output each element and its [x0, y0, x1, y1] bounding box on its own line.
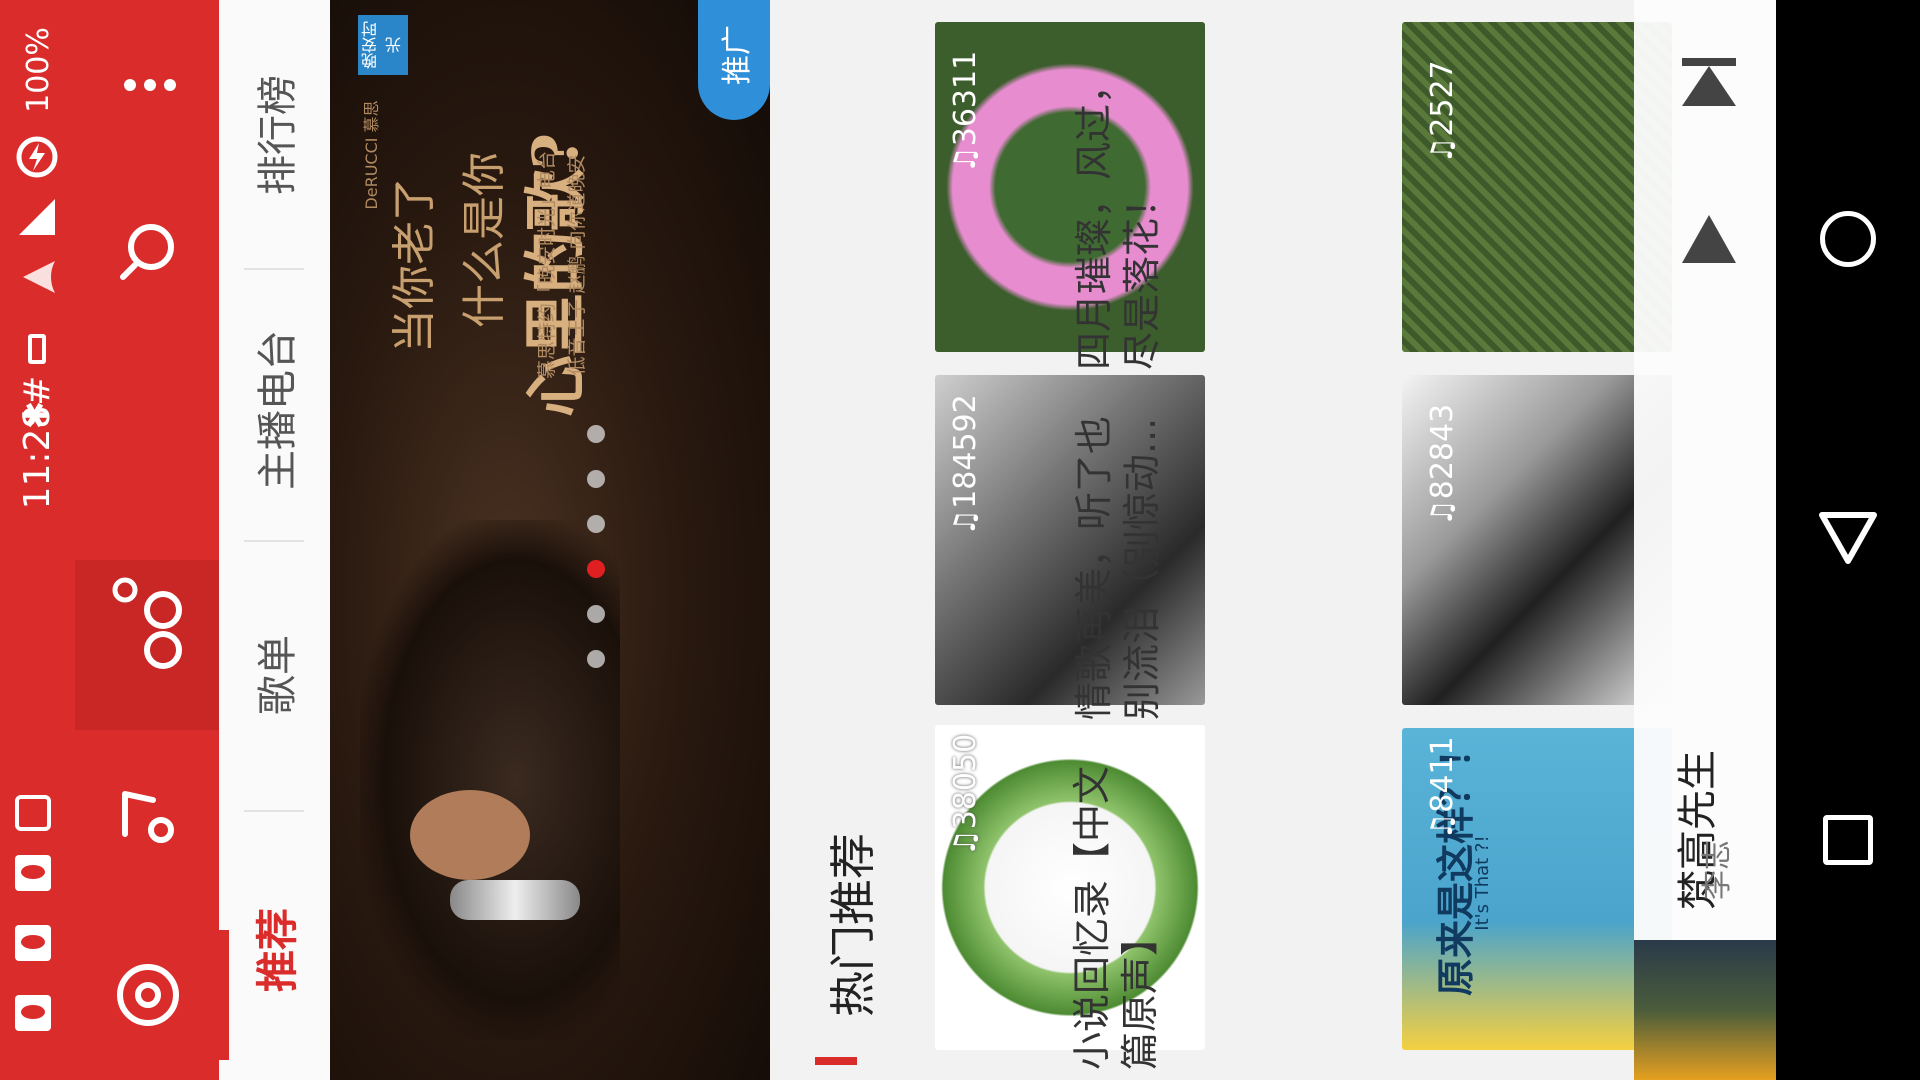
play-count: ♫ 8411: [1424, 736, 1460, 840]
artist-name: 李志: [1700, 840, 1735, 900]
brand-logo: DeRUCCI 慕思: [362, 100, 381, 210]
vibrate-icon: [20, 330, 54, 370]
bluetooth-icon: ✱: [16, 400, 56, 430]
tab-divider: [244, 810, 304, 812]
carousel-dot-active[interactable]: [587, 560, 605, 578]
battery-charging-icon: [15, 135, 59, 179]
search-icon[interactable]: [113, 215, 183, 285]
music-disc-icon[interactable]: [113, 960, 183, 1030]
more-icon[interactable]: [120, 60, 180, 110]
play-count: ♫ 184592: [947, 394, 983, 536]
nav-bar: [1776, 0, 1920, 1080]
headphone-icon: ♫: [1424, 812, 1460, 840]
banner-subtitle-2: 低音王子 赵鹏 向你道晚安: [565, 154, 588, 376]
recent-apps-icon[interactable]: [1823, 815, 1873, 865]
tab-bar: 推荐 歌单 主播电台 排行榜: [219, 0, 330, 1080]
tab-divider: [244, 268, 304, 270]
app-notification-icon: [15, 925, 51, 961]
app-notification-icon: [15, 855, 51, 891]
microphone-icon: [450, 880, 580, 920]
singer-photo: [360, 520, 620, 1040]
tab-charts[interactable]: 排行榜: [244, 60, 304, 210]
tab-recommend[interactable]: 推荐: [244, 875, 304, 1025]
section-accent-bar: [815, 1057, 857, 1065]
playlist-title: 小说回忆录【中文篇原声】: [1070, 765, 1162, 1070]
play-count: ♫ 82843: [1424, 403, 1460, 527]
top-toolbar: [75, 0, 219, 1080]
play-count: ♫ 36311: [947, 50, 983, 174]
playlist-cover[interactable]: ♫ 2527: [1402, 22, 1672, 352]
singer-face: [410, 790, 530, 880]
banner-line-1: 当你老了: [389, 177, 440, 353]
radio-logo: 晚安时光: [358, 15, 408, 75]
promo-tag: 推广: [698, 0, 770, 120]
recommend-content: 热门推荐 ♫ 38050 ♫ 184592 ♫ 36311 小说回忆录【中文篇原…: [770, 0, 1784, 1080]
carousel-dot[interactable]: [587, 650, 605, 668]
mini-player[interactable]: 梵高先生 李志: [1634, 0, 1776, 1080]
home-icon[interactable]: [1820, 211, 1876, 267]
headphone-icon: ♫: [947, 146, 983, 174]
playlist-cover[interactable]: ♫ 82843: [1402, 375, 1672, 705]
cover-subtext: It's That ?!: [1471, 835, 1493, 931]
back-icon[interactable]: [1816, 505, 1880, 569]
tab-radio[interactable]: 主播电台: [244, 310, 304, 510]
record-icon: [15, 795, 51, 831]
battery-percent: 100%: [20, 27, 56, 113]
tab-playlists[interactable]: 歌单: [244, 600, 304, 750]
play-count: ♫ 38050: [947, 733, 983, 857]
music-note-icon[interactable]: [113, 780, 183, 850]
playlist-title: 情歌再美，听了也别流泪（别惊动...: [1072, 415, 1164, 720]
wifi-icon: [15, 255, 59, 299]
app-screen: 11:28 # ✱ 100% 推荐 歌单 主播电台 排行榜 当你老了 什么是你 …: [0, 0, 1920, 1080]
carousel-dot[interactable]: [587, 515, 605, 533]
carousel-dot[interactable]: [587, 605, 605, 623]
tab-divider: [244, 540, 304, 542]
play-icon[interactable]: [1674, 205, 1744, 275]
album-art[interactable]: [1634, 940, 1776, 1080]
headphone-icon: ♫: [947, 829, 983, 857]
headphone-icon: ♫: [1424, 499, 1460, 527]
headphone-icon: ♫: [947, 508, 983, 536]
section-title: 热门推荐: [826, 833, 880, 1017]
next-icon[interactable]: [1674, 50, 1744, 120]
app-notification-icon: [15, 995, 51, 1031]
status-bar: 11:28 # ✱ 100%: [0, 0, 75, 1080]
headphone-icon: ♫: [1424, 136, 1460, 164]
carousel-dot[interactable]: [587, 470, 605, 488]
signal-icon: [15, 195, 59, 239]
carousel-dot[interactable]: [587, 425, 605, 443]
play-count: ♫ 2527: [1424, 60, 1460, 164]
tab-indicator: [219, 930, 229, 1060]
banner-line-2: 什么是你: [459, 152, 510, 328]
banner-subtitle-1: 慕思特约「晚安时光」电台: [535, 151, 558, 380]
playlist-title: 四月璀璨，风过，尽是落花！: [1072, 65, 1164, 370]
friends-icon[interactable]: [105, 570, 195, 690]
playlist-cover[interactable]: 原来是这样？！ It's That ?! ♫ 8411: [1402, 728, 1672, 1050]
promo-banner[interactable]: 当你老了 什么是你 心里的歌? 慕思特约「晚安时光」电台 低音王子 赵鹏 向你道…: [330, 0, 770, 1080]
